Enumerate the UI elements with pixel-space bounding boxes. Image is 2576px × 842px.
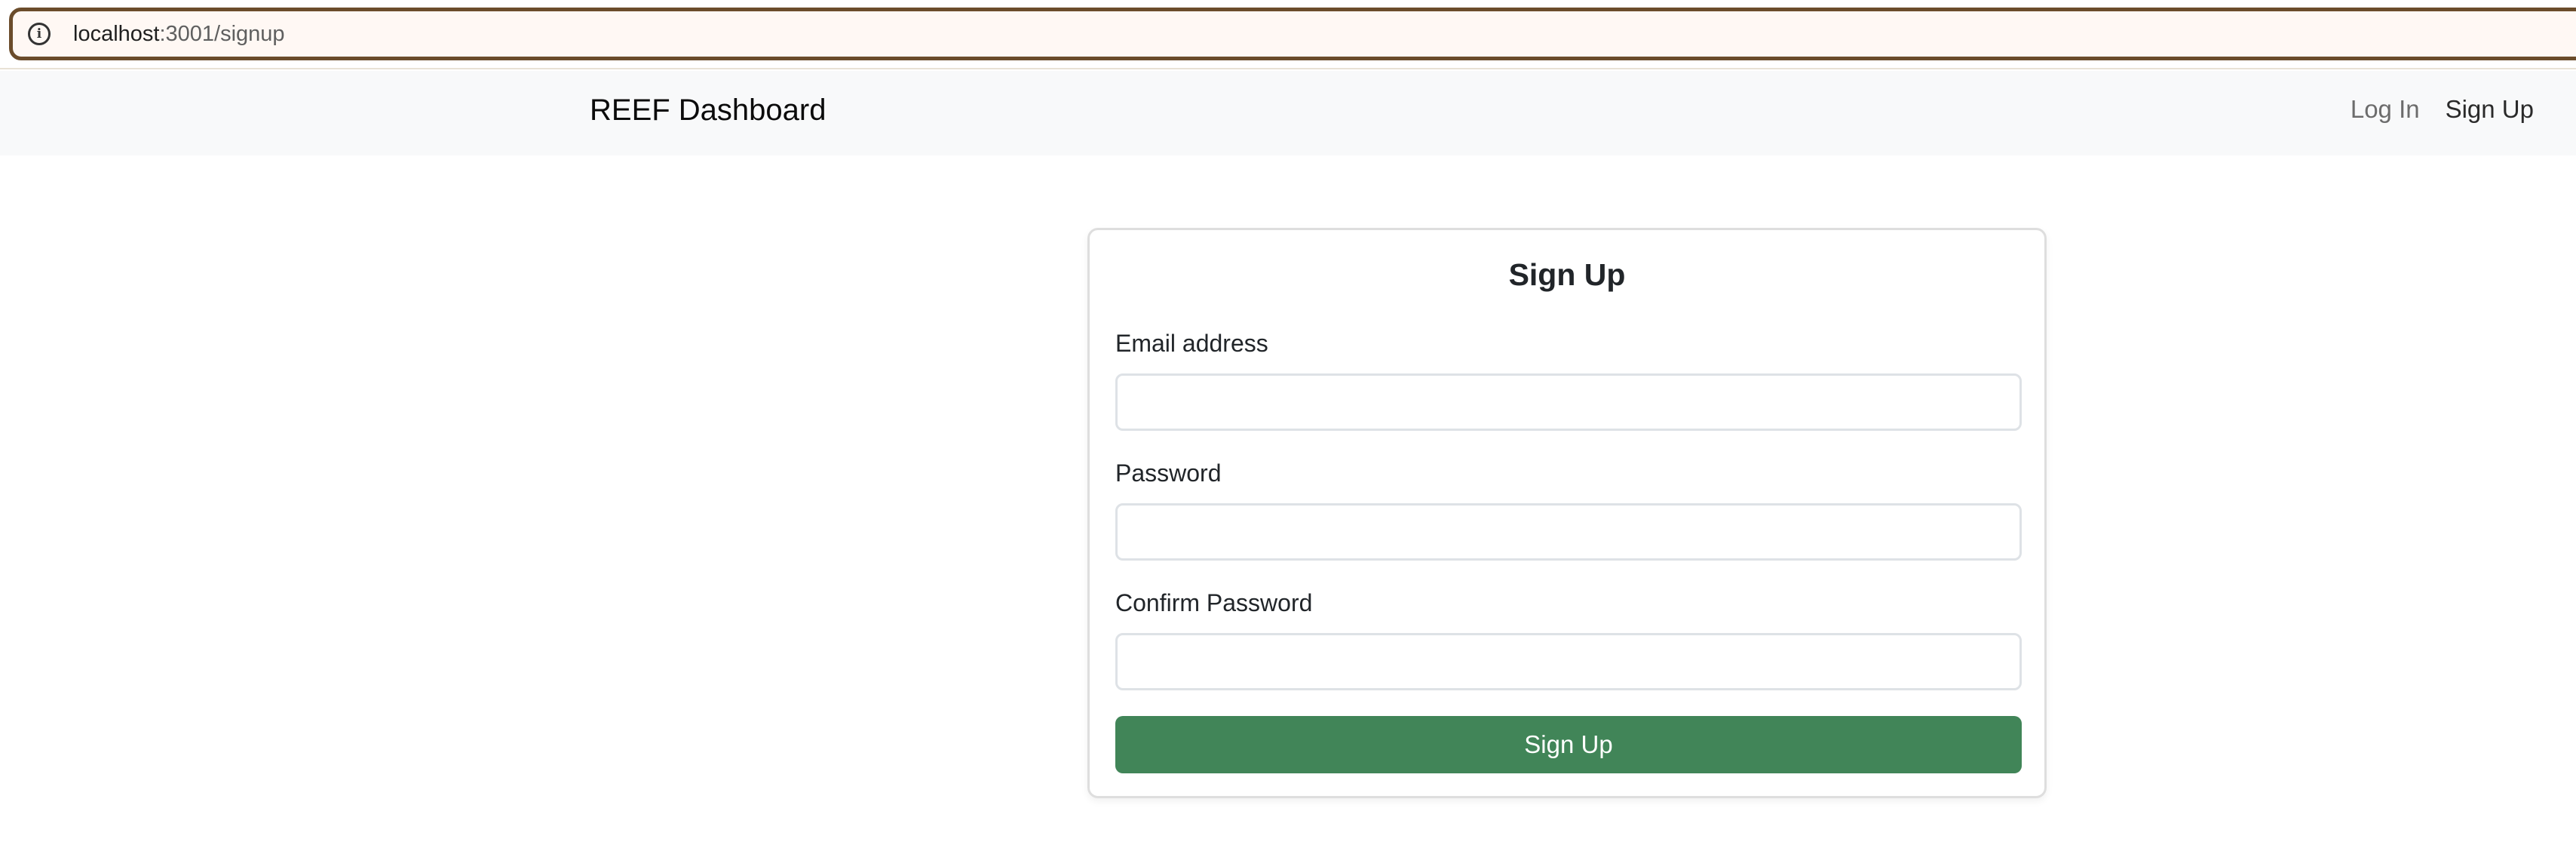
info-icon[interactable]: i xyxy=(28,23,51,45)
url-host: localhost xyxy=(73,21,160,46)
password-label: Password xyxy=(1115,459,1222,487)
confirm-password-field[interactable] xyxy=(1115,633,2022,690)
address-bar[interactable]: i localhost:3001/signup xyxy=(9,8,2576,60)
nav-signup-link[interactable]: Sign Up xyxy=(2446,95,2534,124)
brand-link[interactable]: REEF Dashboard xyxy=(590,94,826,128)
confirm-password-label: Confirm Password xyxy=(1115,589,1313,616)
browser-toolbar: i localhost:3001/signup xyxy=(0,0,2576,69)
card-title: Sign Up xyxy=(1508,257,1626,292)
password-field[interactable] xyxy=(1115,503,2022,561)
navbar: REEF Dashboard Log In Sign Up xyxy=(0,71,2576,155)
nav-login-link[interactable]: Log In xyxy=(2351,95,2420,124)
signup-card: Sign Up Email address Password Confirm P… xyxy=(1087,228,2047,798)
signup-submit-button[interactable]: Sign Up xyxy=(1115,716,2022,773)
nav-links: Log In Sign Up xyxy=(2351,95,2534,124)
email-field[interactable] xyxy=(1115,373,2022,431)
url-path: :3001/signup xyxy=(159,21,285,46)
url-text[interactable]: localhost:3001/signup xyxy=(73,22,285,47)
email-label: Email address xyxy=(1115,330,1268,357)
